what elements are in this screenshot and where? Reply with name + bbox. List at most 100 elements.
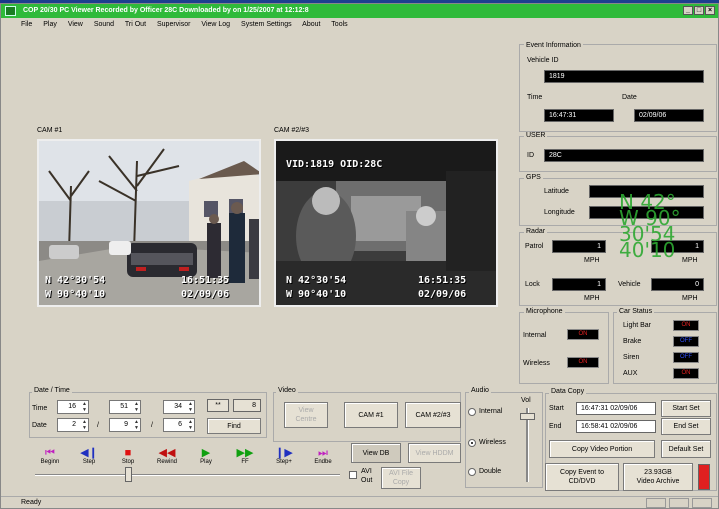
date-sep-1: / [97,422,99,429]
menu-system-settings[interactable]: System Settings [241,21,292,28]
audio-double-radio[interactable] [468,468,476,476]
second-spinner[interactable]: 34 [163,400,195,414]
copy-video-portion-button[interactable]: Copy Video Portion [549,440,655,458]
status-panel-3 [692,498,712,508]
light-bar-label: Light Bar [623,322,652,329]
end-button[interactable]: ⏭ Endbe [304,441,342,466]
menu-view-log[interactable]: View Log [201,21,230,28]
menu-sound[interactable]: Sound [94,21,114,28]
year-spinner[interactable]: 6 [163,418,195,432]
latitude-label: Latitude [544,188,569,195]
brake-label: Brake [623,338,642,345]
day-spinner[interactable]: 9 [109,418,141,432]
play-icon: ▶ [201,447,211,459]
play-button[interactable]: ▶ Play [187,441,225,466]
cam1-label: CAM #1 [37,127,63,134]
video-archive-button[interactable]: 23.93GB Video Archive [623,463,693,491]
user-title: USER [524,132,548,139]
hour-spinner[interactable]: 16 [57,400,89,414]
avi-out-checkbox[interactable] [349,471,357,479]
rewind-icon: ◀◀ [158,447,176,459]
gps-title: GPS [524,174,543,181]
start-set-button[interactable]: Start Set [661,400,711,417]
vehicle-unit: MPH [682,295,698,302]
cam23-button[interactable]: CAM #2/#3 [405,402,461,428]
mic-wireless-indicator: ON [567,357,599,368]
status-panel-1 [646,498,666,508]
end-icon: ⏭ [318,447,328,459]
cam2-video[interactable]: VID:1819 OID:28C N 42°30'54 W 90°40'10 1… [274,139,498,307]
volume-thumb[interactable] [520,413,535,420]
radar-right-unit: MPH [682,257,698,264]
view-db-button[interactable]: View DB [351,443,401,463]
copy-end-label: End [549,423,562,430]
event-info-title: Event Information [524,42,583,49]
dt-date-label: Date [32,422,47,429]
menu-tri-out[interactable]: Tri Out [125,21,146,28]
cam1-button[interactable]: CAM #1 [344,402,398,428]
audio-title: Audio [469,387,491,394]
step-back-icon: ◀❙ [80,447,98,459]
view-hddm-button[interactable]: View HDDM [408,443,461,463]
fast-forward-icon: ▶▶ [236,447,254,459]
find-button[interactable]: Find [207,418,261,434]
minute-spinner[interactable]: 51 [109,400,141,414]
default-set-button[interactable]: Default Set [661,440,711,458]
event-time-label: Time [527,94,543,101]
view-centre-button[interactable]: View Centre [284,402,328,428]
menu-tools[interactable]: Tools [331,21,347,28]
gps-overlay-text: N 42° W 90° 30'54 40'10 [619,190,681,262]
fast-forward-button[interactable]: ▶▶ FF [226,441,264,466]
step-back-button[interactable]: ◀❙ Step [70,441,108,466]
copy-start-value[interactable]: 16:47:31 02/09/06 [576,402,656,415]
mic-internal-label: Internal [523,332,547,339]
microphone-title: Microphone [524,308,565,315]
audio-internal-label: Internal [479,408,503,415]
step-back-label: Step [82,459,96,465]
audio-wireless-radio[interactable] [468,439,476,447]
begin-label: Beginn [40,459,60,465]
menu-supervisor[interactable]: Supervisor [157,21,190,28]
month-spinner[interactable]: 2 [57,418,89,432]
timeline-thumb[interactable] [125,467,132,482]
menu-file[interactable]: File [21,21,32,28]
cam1-video[interactable]: N 42°30'54 W 90°40'10 16:51:35 02/09/06 [37,139,261,307]
counter-b: 8 [233,399,261,412]
menu-play[interactable]: Play [43,21,57,28]
archive-level-indicator [698,464,710,490]
cam1-overlay-date: 02/09/06 [181,289,230,300]
cam1-overlay-lon: W 90°40'10 [45,289,106,300]
menu-view[interactable]: View [68,21,83,28]
begin-button[interactable]: ⏮ Beginn [31,441,69,466]
longitude-label: Longitude [544,209,575,216]
rewind-button[interactable]: ◀◀ Rewind [148,441,186,466]
play-label: Play [200,459,212,465]
brake-indicator: OFF [673,336,699,347]
stop-button[interactable]: ■ Stop [109,441,147,466]
window-title: COP 20/30 PC Viewer Recorded by Officer … [23,7,309,14]
copy-event-button[interactable]: Copy Event to CD/DVD [545,463,619,491]
cam2-label: CAM #2/#3 [274,127,310,134]
user-id-value: 28C [544,149,704,162]
playback-bar: ⏮ Beginn ◀❙ Step ■ Stop ◀◀ Rewind ▶ Play… [31,441,341,468]
maximize-icon[interactable]: □ [694,6,704,15]
copy-end-value[interactable]: 16:58:41 02/09/06 [576,420,656,433]
app-icon [5,6,16,16]
minimize-icon[interactable]: _ [683,6,693,15]
patrol-label: Patrol [525,243,544,250]
step-forward-icon: ❙▶ [275,447,293,459]
mic-internal-indicator: ON [567,329,599,340]
cam2-overlay-lat: N 42°30'54 [286,275,347,286]
audio-internal-radio[interactable] [468,408,476,416]
close-icon[interactable]: × [705,6,715,15]
title-bar[interactable]: COP 20/30 PC Viewer Recorded by Officer … [1,4,718,18]
vehicle-value: 0 [651,278,704,291]
cam2-overlay-top: VID:1819 OID:28C [286,159,383,170]
event-date-value: 02/09/06 [634,109,704,122]
step-forward-button[interactable]: ❙▶ Step+ [265,441,303,466]
lock-label: Lock [525,281,540,288]
end-set-button[interactable]: End Set [661,418,711,435]
avi-file-copy-button[interactable]: AVI File Copy [381,467,421,489]
menu-about[interactable]: About [302,21,320,28]
timeline-track[interactable] [35,474,340,476]
